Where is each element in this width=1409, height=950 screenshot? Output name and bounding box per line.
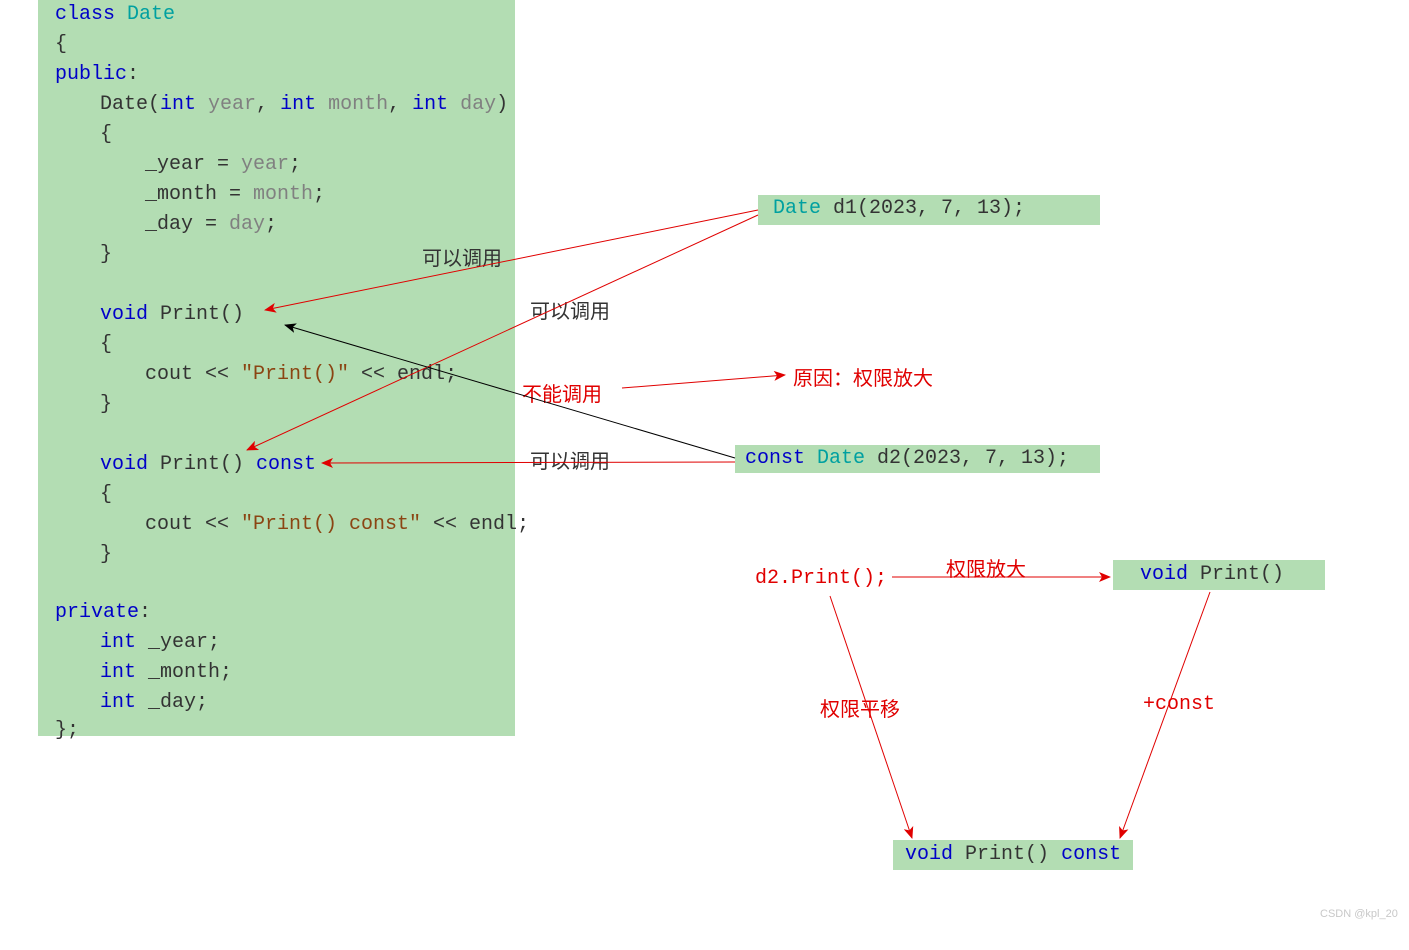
ann-reason: 原因：权限放大 [793,362,933,392]
code-line-1: class Date [55,0,175,30]
code-line-16: cout << "Print() const" << endl; [145,510,529,540]
d2-print-call: d2.Print(); [755,567,887,590]
code-line-19: int _year; [100,628,220,658]
ann-permission-level: 权限平移 [820,693,900,723]
code-line-10: void Print() [100,300,244,330]
code-line-11: { [100,330,112,360]
code-line-2: { [55,30,67,60]
d1-decl: Date d1(2023, 7, 13); [773,197,1025,220]
void-print: void Print() [1140,563,1284,586]
ann-plus-const: +const [1143,693,1215,716]
watermark: CSDN @kpl_20 [1320,908,1398,920]
code-line-17: } [100,540,112,570]
code-line-4: Date(int year, int month, int day) [100,90,508,120]
ann-cannot-call: 不能调用 [522,378,602,408]
code-line-6: _year = year; [145,150,301,180]
code-line-7: _month = month; [145,180,325,210]
code-line-9: } [100,240,112,270]
code-line-18: private: [55,598,151,628]
code-line-15: { [100,480,112,510]
code-line-20: int _month; [100,658,232,688]
ann-permission-up: 权限放大 [946,553,1026,583]
code-line-3: public: [55,60,139,90]
code-line-13: } [100,390,112,420]
code-line-8: _day = day; [145,210,277,240]
void-print-const: void Print() const [905,843,1121,866]
code-line-21: int _day; [100,688,208,718]
code-line-14: void Print() const [100,450,316,480]
code-line-12: cout << "Print()" << endl; [145,360,457,390]
code-line-22: }; [55,716,79,746]
ann-can-call-3: 可以调用 [530,445,610,475]
ann-can-call-2: 可以调用 [530,295,610,325]
ann-can-call-1: 可以调用 [422,242,502,272]
d2-decl: const Date d2(2023, 7, 13); [745,447,1069,470]
code-line-5: { [100,120,112,150]
